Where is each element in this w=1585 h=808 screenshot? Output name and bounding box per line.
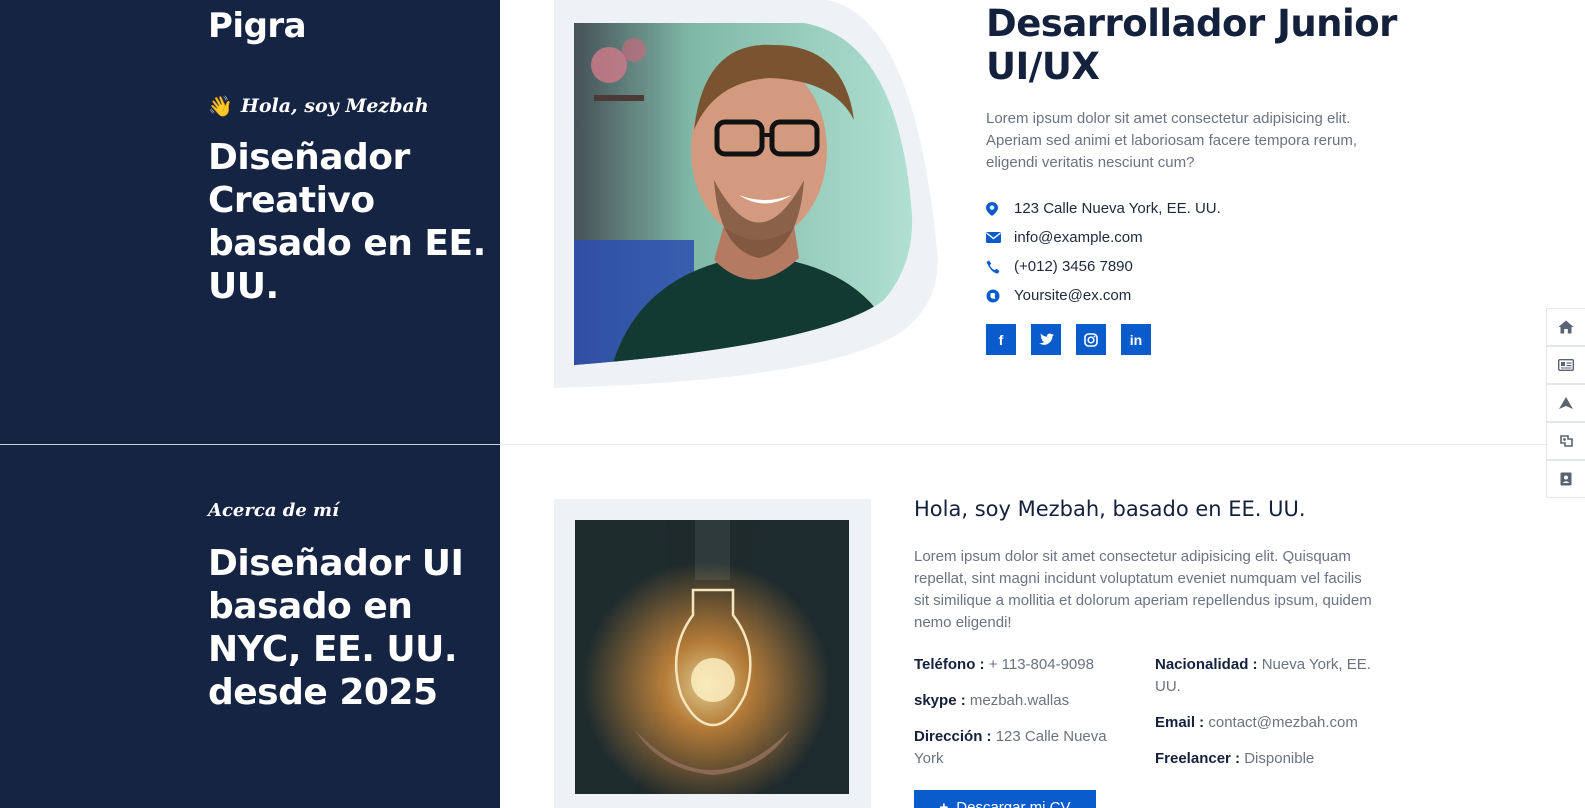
contact-item-website[interactable]: Yoursite@ex.com	[986, 281, 1221, 310]
section-divider	[500, 444, 1585, 445]
envelope-icon	[986, 232, 1014, 243]
left-divider	[0, 444, 500, 445]
social-links: f in	[986, 324, 1151, 355]
about-photo	[575, 520, 849, 794]
contact-email[interactable]: info@example.com	[1014, 229, 1143, 246]
globe-icon	[986, 289, 1014, 303]
side-nav	[1546, 308, 1585, 498]
contact-item-address: 123 Calle Nueva York, EE. UU.	[986, 194, 1221, 223]
info-label: skype :	[914, 692, 966, 709]
brand-logo[interactable]: Pigra	[208, 6, 307, 46]
id-card-icon[interactable]	[1546, 346, 1585, 384]
about-title: Diseñador UI basado en NYC, EE. UU. desd…	[208, 543, 464, 713]
info-column-right: Nacionalidad : Nueva York, EE. UU. Email…	[1155, 654, 1380, 784]
profile-photo	[554, 0, 944, 390]
about-heading: Hola, soy Mezbah, basado en EE. UU.	[914, 497, 1306, 521]
info-column-left: Teléfono : + 113-804-9098 skype : mezbah…	[914, 654, 1139, 784]
briefcase-icon[interactable]	[1546, 422, 1585, 460]
hero-title: Diseñador Creativo basado en EE. UU.	[208, 137, 486, 307]
info-value: Disponible	[1244, 750, 1315, 767]
info-value: + 113-804-9098	[988, 656, 1094, 673]
contact-phone[interactable]: (+012) 3456 7890	[1014, 258, 1133, 275]
info-value: mezbah.wallas	[969, 692, 1070, 709]
info-address: Dirección : 123 Calle Nueva York	[914, 726, 1139, 770]
job-title: Desarrollador Junior UI/UX	[986, 2, 1397, 88]
wave-icon: 👋	[208, 94, 233, 118]
contact-list: 123 Calle Nueva York, EE. UU. info@examp…	[986, 194, 1221, 310]
info-label: Email :	[1155, 714, 1205, 731]
contact-item-phone[interactable]: (+012) 3456 7890	[986, 252, 1221, 281]
info-label: Nacionalidad :	[1155, 656, 1258, 673]
contact-website[interactable]: Yoursite@ex.com	[1014, 287, 1131, 304]
greeting-text: Hola, soy Mezbah	[240, 95, 429, 117]
info-label: Teléfono :	[914, 656, 985, 673]
info-value: contact@mezbah.com	[1208, 714, 1358, 731]
facebook-icon[interactable]: f	[986, 324, 1016, 355]
greeting: 👋 Hola, soy Mezbah	[208, 94, 429, 118]
info-email: Email : contact@mezbah.com	[1155, 712, 1380, 734]
twitter-icon[interactable]	[1031, 324, 1061, 355]
contact-item-email[interactable]: info@example.com	[986, 223, 1221, 252]
linkedin-icon[interactable]: in	[1121, 324, 1151, 355]
info-skype: skype : mezbah.wallas	[914, 690, 1139, 712]
plus-icon: +	[939, 799, 949, 808]
download-cv-button[interactable]: + Descargar mi CV	[914, 790, 1096, 808]
home-icon[interactable]	[1546, 308, 1585, 346]
contact-address: 123 Calle Nueva York, EE. UU.	[1014, 200, 1221, 217]
map-pin-icon	[986, 201, 1014, 216]
hero-description: Lorem ipsum dolor sit amet consectetur a…	[986, 110, 1357, 171]
about-kicker: Acerca de mí	[208, 500, 339, 521]
download-cv-label: Descargar mi CV	[956, 799, 1071, 808]
about-description: Lorem ipsum dolor sit amet consectetur a…	[914, 548, 1372, 631]
info-nationality: Nacionalidad : Nueva York, EE. UU.	[1155, 654, 1380, 698]
info-phone: Teléfono : + 113-804-9098	[914, 654, 1139, 676]
phone-icon	[986, 260, 1014, 274]
info-label: Freelancer :	[1155, 750, 1241, 767]
info-label: Dirección :	[914, 728, 992, 745]
contact-book-icon[interactable]	[1546, 460, 1585, 498]
send-icon[interactable]	[1546, 384, 1585, 422]
info-freelancer: Freelancer : Disponible	[1155, 748, 1380, 770]
instagram-icon[interactable]	[1076, 324, 1106, 355]
